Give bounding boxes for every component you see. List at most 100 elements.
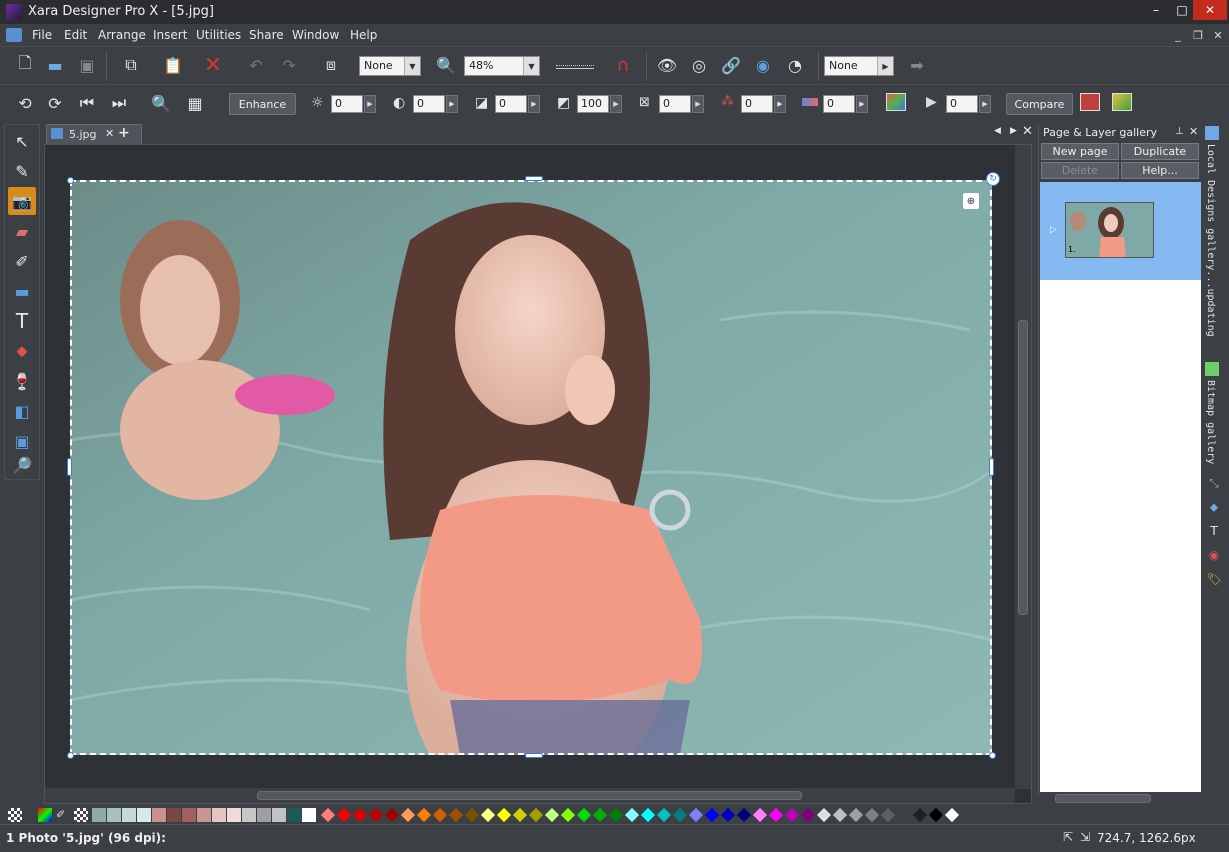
gallery-pin-icon[interactable]: ⊥ xyxy=(1175,126,1184,137)
line-gallery-icon[interactable]: ⤡ xyxy=(1205,474,1223,492)
broadcast-icon[interactable]: ◔ xyxy=(782,52,808,78)
drawing-canvas[interactable]: ↻ ⊕ xyxy=(44,144,1032,804)
arrange-front-icon[interactable]: ⧈ xyxy=(318,52,344,78)
ruler-icon[interactable] xyxy=(556,65,594,69)
photo-edit-icon[interactable] xyxy=(1112,93,1132,111)
palette-color-diamond[interactable] xyxy=(880,807,896,823)
menu-help[interactable]: Help xyxy=(350,28,377,42)
palette-color-diamond[interactable] xyxy=(480,807,496,823)
palette-swatch[interactable] xyxy=(272,808,286,822)
palette-color-diamond[interactable] xyxy=(464,807,480,823)
palette-color-diamond[interactable] xyxy=(336,807,352,823)
eyedropper-icon[interactable]: ✐ xyxy=(56,808,70,822)
vertical-scroll-thumb[interactable] xyxy=(1018,320,1028,615)
color-picker-icon[interactable] xyxy=(38,808,52,822)
doc-minimize-button[interactable]: _ xyxy=(1170,27,1186,43)
enhance-button[interactable]: Enhance xyxy=(229,93,296,115)
transparency-tool-icon[interactable]: 🍷 xyxy=(8,367,36,395)
gallery-close-icon[interactable]: ✕ xyxy=(1189,125,1198,138)
palette-swatch[interactable] xyxy=(287,808,301,822)
sharpen-field[interactable]: 0 xyxy=(659,95,691,113)
delete-button[interactable]: Delete xyxy=(1041,162,1119,179)
rgb-field[interactable]: 0 xyxy=(741,95,773,113)
palette-color-diamond[interactable] xyxy=(672,807,688,823)
save-icon[interactable]: ▣ xyxy=(74,52,100,78)
blur-field[interactable]: 0 xyxy=(946,95,978,113)
resize-handle-right[interactable] xyxy=(989,458,994,476)
horizontal-scroll-thumb[interactable] xyxy=(257,791,802,800)
palette-color-diamond[interactable] xyxy=(416,807,432,823)
web-preview-icon[interactable]: ◎ xyxy=(686,52,712,78)
vertical-scrollbar[interactable] xyxy=(1015,145,1031,789)
color-adjust-icon[interactable] xyxy=(886,93,906,111)
palette-color-diamond[interactable] xyxy=(352,807,368,823)
tab-scroll-right-icon[interactable]: ▶ xyxy=(1010,126,1017,136)
palette-swatch[interactable] xyxy=(92,808,106,822)
palette-swatch[interactable] xyxy=(152,808,166,822)
palette-color-diamond[interactable] xyxy=(800,807,816,823)
palette-swatch[interactable] xyxy=(212,808,226,822)
bitmap-gallery-tab[interactable]: Bitmap gallery xyxy=(1205,380,1216,480)
magnet-snap-icon[interactable]: ∩ xyxy=(610,52,636,78)
no-color-swatch[interactable] xyxy=(8,808,22,822)
palette-color-diamond[interactable] xyxy=(688,807,704,823)
snap-pointer-icon[interactable]: ⇱ xyxy=(1063,830,1073,844)
menu-edit[interactable]: Edit xyxy=(64,28,87,42)
saturation-field[interactable]: 100 xyxy=(577,95,609,113)
brightness-field[interactable]: 0 xyxy=(331,95,363,113)
resize-handle-bl[interactable] xyxy=(67,752,74,759)
palette-color-diamond[interactable] xyxy=(640,807,656,823)
palette-color-diamond[interactable] xyxy=(784,807,800,823)
blur-slider-button[interactable]: ▶ xyxy=(979,95,991,113)
doc-restore-button[interactable]: ❐ xyxy=(1190,27,1206,43)
palette-color-diamond[interactable] xyxy=(608,807,624,823)
palette-swatch[interactable] xyxy=(257,808,271,822)
resize-handle-top[interactable] xyxy=(525,176,543,181)
menu-insert[interactable]: Insert xyxy=(153,28,187,42)
text-tool-icon[interactable]: T xyxy=(8,307,36,335)
photo-tool-icon[interactable]: 📷 xyxy=(8,187,36,215)
link-icon[interactable]: 🔗 xyxy=(718,52,744,78)
palette-color-diamond[interactable] xyxy=(816,807,832,823)
palette-color-diamond[interactable] xyxy=(768,807,784,823)
local-designs-icon[interactable] xyxy=(1205,126,1219,140)
palette-swatch[interactable] xyxy=(242,808,256,822)
palette-color-diamond[interactable] xyxy=(592,807,608,823)
page-list[interactable]: ▷ 1. xyxy=(1040,182,1201,796)
palette-color-diamond[interactable] xyxy=(944,807,960,823)
palette-color-diamond[interactable] xyxy=(528,807,544,823)
zoom-icon[interactable]: 🔍 xyxy=(433,52,459,78)
tab-scroll-left-icon[interactable]: ◀ xyxy=(994,126,1001,136)
font-gallery-icon[interactable]: T xyxy=(1205,522,1223,540)
menu-arrange[interactable]: Arrange xyxy=(98,28,146,42)
doc-close-button[interactable]: ✕ xyxy=(1210,27,1226,43)
rotate-left-icon[interactable]: ⟲ xyxy=(12,90,38,116)
palette-color-diamond[interactable] xyxy=(368,807,384,823)
menu-share[interactable]: Share xyxy=(249,28,284,42)
palette-color-diamond[interactable] xyxy=(832,807,848,823)
histogram-icon[interactable] xyxy=(1080,93,1100,111)
menu-utilities[interactable]: Utilities xyxy=(196,28,241,42)
undo-icon[interactable]: ↶ xyxy=(243,52,269,78)
rectangle-tool-icon[interactable]: ▬ xyxy=(8,277,36,305)
palette-color-diamond[interactable] xyxy=(736,807,752,823)
palette-color-diamond[interactable] xyxy=(400,807,416,823)
open-folder-icon[interactable]: ▬ xyxy=(42,52,68,78)
zoom-tool-icon[interactable]: 🔎 xyxy=(8,451,36,479)
gamma-field[interactable]: 0 xyxy=(495,95,527,113)
local-designs-tab[interactable]: Local Designs gallery...updating xyxy=(1205,144,1216,364)
horizontal-scrollbar[interactable] xyxy=(45,788,1015,803)
palette-color-diamond[interactable] xyxy=(496,807,512,823)
new-page-button[interactable]: New page xyxy=(1041,143,1119,160)
palette-color-diamond[interactable] xyxy=(912,807,928,823)
paste-icon[interactable]: 📋 xyxy=(160,52,186,78)
palette-color-diamond[interactable] xyxy=(384,807,400,823)
shadow-tool-icon[interactable]: ◧ xyxy=(8,397,36,425)
publish-web-icon[interactable]: ◉ xyxy=(750,52,776,78)
fill-gallery-icon[interactable]: ⬥ xyxy=(1205,498,1223,516)
palette-color-diamond[interactable] xyxy=(752,807,768,823)
palette-swatch[interactable] xyxy=(302,808,316,822)
photo-image[interactable] xyxy=(70,180,992,755)
copy-icon[interactable]: ⧉ xyxy=(118,52,144,78)
expand-page-icon[interactable]: ▷ xyxy=(1050,225,1057,235)
